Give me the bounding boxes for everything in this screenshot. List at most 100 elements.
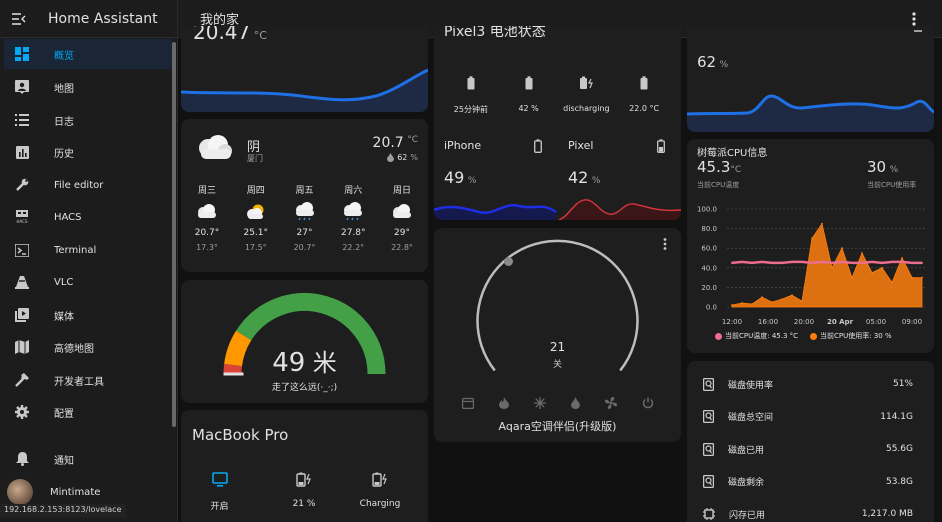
disk-row[interactable]: 磁盘已用 55.6G [703, 439, 913, 459]
temperature-card[interactable]: 20.47 °C [181, 26, 428, 112]
battery-icon [500, 76, 558, 92]
sidebar-scrollbar[interactable] [172, 42, 176, 427]
usage-point [821, 222, 823, 225]
usage-point [921, 276, 923, 279]
weather-card[interactable]: 阴 厦门 20.7 °C 62 % 周三 20.7° 17.3° 周四 25.1° 17.… [181, 119, 428, 272]
sidebar-item-developer-tools[interactable]: 开发者工具 [4, 365, 172, 395]
harddisk-icon [703, 377, 714, 391]
macbook-card[interactable]: MacBook Pro 开启 21 % Charging [181, 410, 428, 522]
temp-point [791, 260, 793, 263]
forecast-day-name: 周四 [246, 186, 265, 196]
map-icon [14, 339, 30, 355]
gauge-unit: 米 [312, 349, 337, 377]
fan-icon[interactable] [605, 397, 617, 409]
sidebar-item-settings[interactable]: 配置 [4, 397, 172, 427]
temp-point [761, 260, 763, 263]
disk-row[interactable]: 闪存已用 1,217.0 MB [703, 504, 913, 522]
fire-icon[interactable] [499, 397, 509, 409]
map-account-icon [14, 79, 30, 95]
pixel-battery-entity[interactable]: discharging [558, 76, 616, 115]
x-tick-label: 05:00 [866, 318, 886, 326]
x-tick-label: 20 Apr [827, 318, 854, 326]
pixel-battery-entity[interactable]: 25分钟前 [442, 76, 500, 115]
usage-point [881, 266, 883, 269]
disk-card[interactable]: 磁盘使用率 51% 磁盘总空间 114.1G 磁盘已用 55.6G 磁盘剩余 53.8G 闪存已… [687, 361, 934, 522]
y-tick-label: 80.0 [701, 225, 717, 233]
thermostat-target: 21 [549, 340, 566, 354]
legend-temp[interactable]: 当前CPU温度: 45.3 °C [715, 331, 798, 341]
disk-row[interactable]: 磁盘剩余 53.8G [703, 472, 913, 492]
y-tick-label: 0.0 [706, 304, 717, 312]
pixel-battery-card[interactable]: Pixel3 电池状态 25分钟前 42 % discharging 22.0 °C … [434, 26, 681, 220]
forecast-high: 29° [394, 228, 410, 238]
legend-dot [810, 332, 818, 340]
macbook-power-entity[interactable]: 开启 [203, 472, 236, 512]
sidebar-item-notifications[interactable]: 通知 [4, 444, 172, 474]
cpu-card[interactable]: 树莓派CPU信息 45.3°C 当前CPU温度 30 % 当前CPU使用率 10… [687, 139, 934, 353]
avatar [7, 479, 33, 505]
sidebar-item-amap[interactable]: 高德地图 [4, 332, 172, 362]
humidity-card[interactable]: 62 % [687, 26, 934, 132]
usage-point [831, 266, 833, 269]
temp-point [901, 260, 903, 263]
cloudy-icon [195, 133, 233, 161]
temp-point [801, 260, 803, 263]
cpu-temp-unit: °C [730, 165, 742, 175]
more-vertical-icon[interactable] [912, 12, 916, 26]
rainy-icon [333, 196, 373, 228]
sidebar-item-vlc[interactable]: VLC [4, 267, 172, 297]
app-title: Home Assistant [48, 10, 158, 27]
sidebar-item-hacs[interactable]: HACS HACS [4, 202, 172, 232]
usage-point [911, 276, 913, 279]
sidebar-item-label: 高德地图 [54, 343, 94, 355]
battery-sparklines [434, 199, 681, 220]
sidebar-item-label: HACS [54, 211, 82, 223]
macbook-battery-entity[interactable]: 21 % [284, 472, 324, 509]
thermostat-card[interactable]: 21 关 Aqara空调伴侣(升级版) [434, 228, 681, 442]
power-icon[interactable] [642, 397, 654, 409]
sidebar-item-logbook[interactable]: 日志 [4, 105, 172, 135]
macbook-power-label: 开启 [210, 502, 229, 512]
pixel-battery-entity[interactable]: 42 % [500, 76, 558, 115]
macbook-charging-entity[interactable]: Charging [354, 472, 406, 509]
sidebar-item-user[interactable]: Mintimate [4, 477, 172, 507]
pixel-battery-entity-label: 22.0 °C [629, 104, 660, 113]
disk-row[interactable]: 磁盘使用率 51% [703, 374, 913, 394]
legend-usage[interactable]: 当前CPU使用率: 30 % [810, 331, 892, 341]
sidebar-item-map[interactable]: 地图 [4, 72, 172, 102]
sidebar-item-file-editor[interactable]: File editor [4, 170, 172, 200]
sidebar-item-overview[interactable]: 概览 [4, 39, 172, 69]
pixel-battery-entities: 25分钟前 42 % discharging 22.0 °C [442, 76, 673, 115]
sidebar-item-history[interactable]: 历史 [4, 137, 172, 167]
weather-humidity-unit: % [410, 153, 418, 162]
sidebar-item-terminal[interactable]: Terminal [4, 235, 172, 265]
vlc-cone-icon [14, 274, 30, 290]
pixel-battery-entity[interactable]: 22.0 °C [615, 76, 673, 115]
temp-point [831, 261, 833, 264]
partly-cloudy-icon [236, 196, 276, 228]
iphone-unit: % [467, 176, 477, 186]
thermostat-dial[interactable] [434, 228, 681, 378]
temp-point [881, 261, 883, 264]
media-play-icon [14, 307, 30, 323]
usage-point [851, 276, 853, 279]
water-icon[interactable] [571, 397, 580, 409]
calendar-icon[interactable] [462, 397, 474, 409]
temp-point [771, 261, 773, 264]
snowflake-icon[interactable] [534, 397, 546, 409]
temp-point [861, 261, 863, 264]
gauge-label: 走了这么远(·_·;) [271, 383, 338, 393]
sidebar-item-label: Terminal [54, 244, 97, 256]
pixel-battery-entity-label: discharging [563, 104, 610, 113]
legend-dot [715, 332, 722, 340]
disk-row[interactable]: 磁盘总空间 114.1G [703, 407, 913, 427]
menu-collapse-icon[interactable] [12, 12, 26, 25]
battery-icon [534, 139, 542, 153]
temp-point [781, 261, 783, 264]
sidebar-item-label: VLC [54, 276, 74, 288]
sidebar-item-media[interactable]: 媒体 [4, 300, 172, 330]
forecast-day: 周五 27° 20.7° [285, 183, 325, 252]
distance-gauge-card[interactable]: 49 米 走了这么远(·_·;) [181, 280, 428, 403]
hacs-icon: HACS [14, 209, 30, 225]
disk-row-value: 53.8G [885, 476, 913, 487]
